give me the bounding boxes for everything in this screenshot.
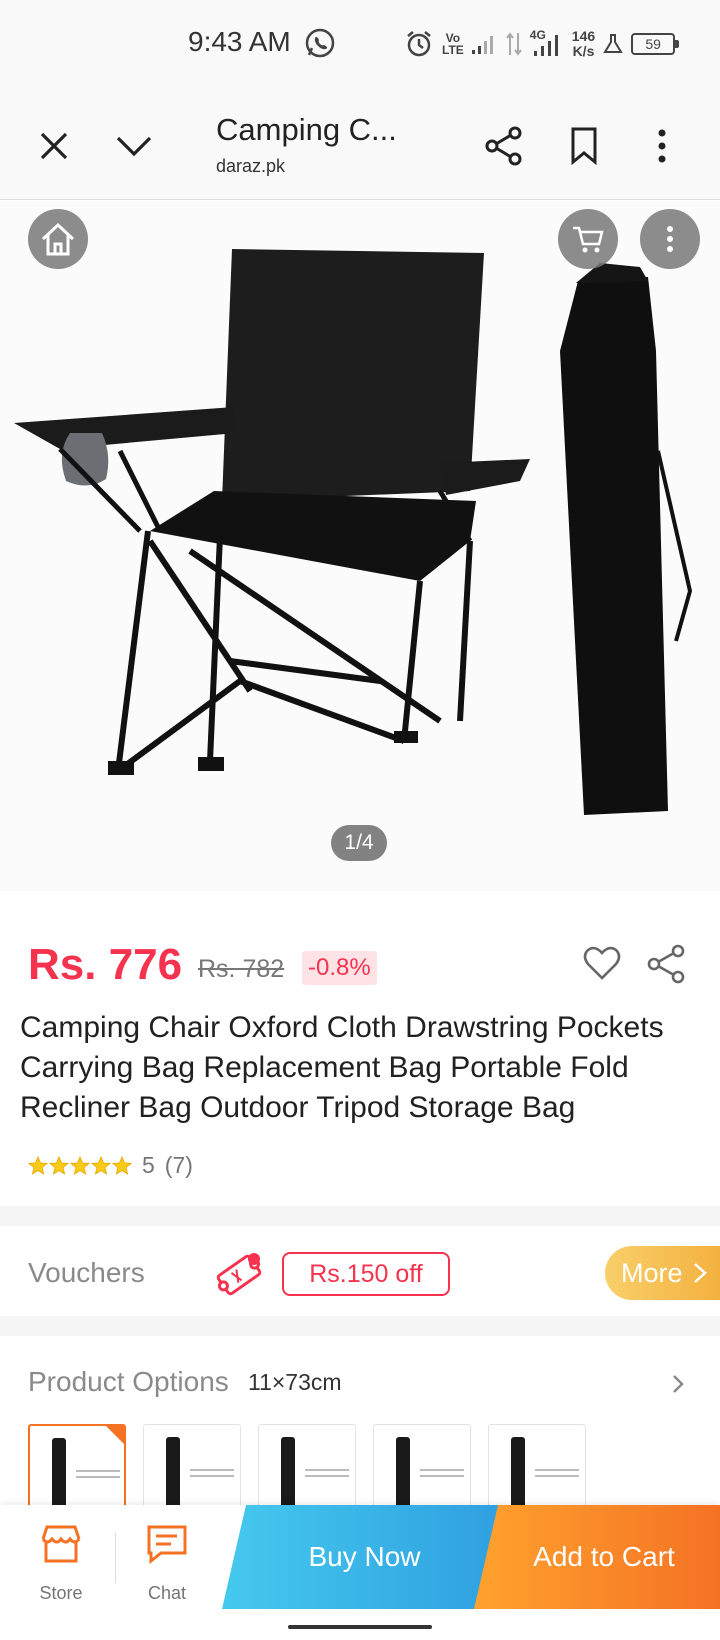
heart-icon[interactable] [582,944,622,984]
thumbnail-caption-lines [420,1469,464,1477]
store-icon [41,1525,81,1563]
close-icon [40,132,68,160]
option-thumbnail[interactable] [488,1424,586,1514]
store-button[interactable]: Store [16,1505,106,1609]
more-button[interactable] [638,122,686,170]
flask-icon [603,34,623,53]
close-button[interactable] [30,122,78,170]
option-thumbnails [28,1424,586,1514]
share-icon [485,126,522,166]
thumbnail-bag-image [281,1437,295,1513]
star-icon [112,1155,132,1175]
divider [115,1533,116,1583]
bottom-action-bar: Store Chat Buy Now Add to Cart [0,1505,720,1609]
option-thumbnail[interactable] [373,1424,471,1514]
whatsapp-icon [305,28,335,58]
buy-now-button[interactable]: Buy Now [222,1505,507,1609]
net-speed: 146 K/s [572,29,595,59]
battery-icon: 59 [631,33,680,55]
rating-value: 5 [142,1152,155,1178]
product-title: Camping Chair Oxford Cloth Drawstring Po… [20,1011,664,1124]
alarm-icon [407,31,431,57]
thumbnail-bag-image [166,1437,180,1513]
product-gallery[interactable]: 1/4 [0,201,720,891]
star-icon [49,1155,69,1175]
collapse-button[interactable] [110,122,158,170]
thumbnail-caption-lines [535,1469,579,1477]
status-time: 9:43 AM [188,26,291,57]
home-icon [41,222,75,256]
star-icon [28,1155,48,1175]
chat-icon [147,1525,187,1565]
product-options-value[interactable]: 11×73cm [248,1369,342,1396]
more-vouchers-label: More [621,1258,683,1288]
vouchers-label: Vouchers [28,1257,145,1288]
cart-button[interactable] [558,209,618,269]
thumbnail-bag-image [396,1437,410,1513]
signal-4g: 4G [530,29,564,59]
chevron-right-icon [694,1263,707,1283]
rating-stars [28,1155,132,1176]
page-domain: daraz.pk [216,156,286,176]
cart-icon [573,226,604,253]
product-rating[interactable]: 5 (7) [28,1152,193,1179]
chevron-down-icon [116,136,152,157]
volte-bottom: LTE [442,43,464,57]
gesture-bar[interactable] [288,1625,432,1629]
option-thumbnail[interactable] [258,1424,356,1514]
option-thumbnail[interactable] [28,1424,126,1514]
rating-count: (7) [164,1152,193,1178]
voucher-chip[interactable]: Rs.150 off [282,1252,450,1296]
signal-icon [471,36,493,54]
star-icon [91,1155,111,1175]
more-vert-icon [667,226,673,252]
page-title: Camping C... [216,112,397,147]
section-divider [0,1206,720,1226]
volte-indicator: Vo LTE [442,32,464,56]
section-divider [0,1316,720,1336]
star-icon [70,1155,90,1175]
more-vouchers-button[interactable]: More [605,1246,720,1300]
status-icons: Vo LTE 4G 146 K/s 59 [404,24,680,64]
voucher-ticket-icon [216,1253,262,1296]
speed-unit: K/s [572,43,595,59]
option-thumbnail[interactable] [143,1424,241,1514]
gesture-nav-area [0,1609,720,1640]
discount-badge: -0.8% [302,951,377,985]
home-button[interactable] [28,209,88,269]
gallery-more-button[interactable] [640,209,700,269]
data-arrows-icon [505,32,522,56]
share-button[interactable] [480,122,528,170]
browser-toolbar: Camping C... daraz.pk [0,90,720,200]
thumbnail-caption-lines [305,1469,349,1477]
chevron-right-icon[interactable] [666,1370,690,1398]
chat-label: Chat [147,1583,187,1603]
original-price: Rs. 782 [198,955,285,983]
share-icon[interactable] [646,944,686,984]
store-label: Store [39,1583,83,1603]
net-type: 4G [529,28,546,42]
bookmark-icon [571,127,597,165]
thumbnail-caption-lines [190,1469,234,1477]
thumbnail-bag-image [511,1437,525,1513]
product-image[interactable] [0,201,720,891]
product-price: Rs. 776 [28,940,183,989]
add-to-cart-button[interactable]: Add to Cart [474,1505,720,1609]
image-counter: 1/4 [331,825,387,861]
bookmark-button[interactable] [560,122,608,170]
status-bar: 9:43 AM Vo LTE 4G 146 K/s 59 [0,0,720,90]
thumbnail-caption-lines [76,1470,120,1478]
thumbnail-bag-image [52,1438,66,1512]
more-vert-icon [658,129,666,163]
product-options-label[interactable]: Product Options [28,1366,229,1398]
chat-button[interactable]: Chat [122,1505,212,1609]
speed-value: 146 [571,28,596,44]
